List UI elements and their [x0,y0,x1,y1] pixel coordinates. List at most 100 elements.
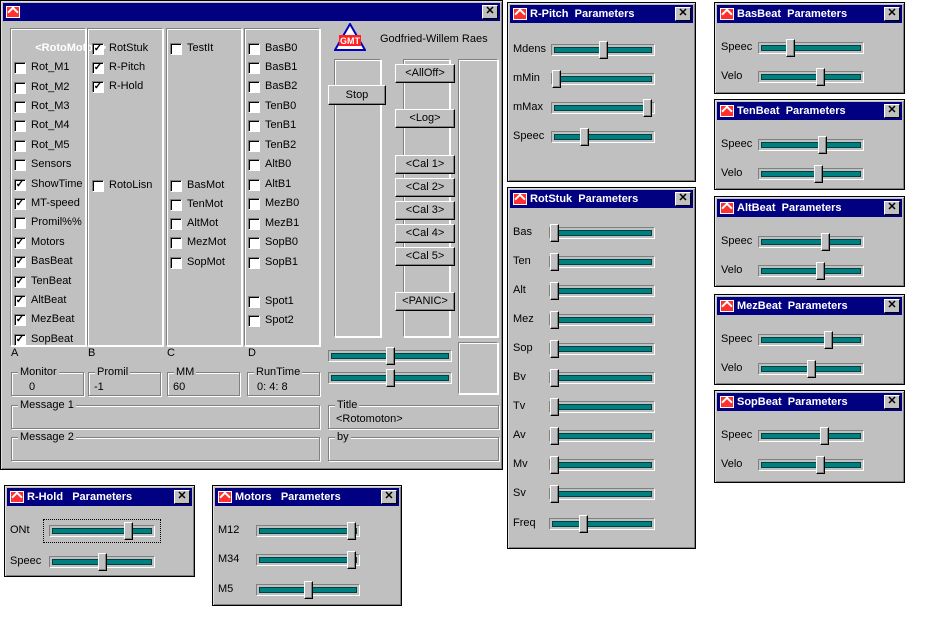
rpitch-param-slider-1-thumb[interactable] [552,70,561,88]
stop-button[interactable]: Stop [328,85,386,105]
cmd-button-7[interactable]: <PANIC> [395,292,455,311]
col-d-item-3-checkbox[interactable] [248,101,260,113]
rhold-close-button[interactable]: ✕ [174,490,190,504]
rotstuk-param-slider-8[interactable] [549,456,655,474]
col-a-item-12-checkbox[interactable]: ✓ [14,295,26,307]
col-a-item-10-checkbox[interactable]: ✓ [14,256,26,268]
basbeat-param-slider-1-thumb[interactable] [816,68,825,86]
col-a-item-2-checkbox[interactable] [14,101,26,113]
basbeat-titlebar[interactable]: BasBeat Parameters ✕ [717,5,902,23]
rotstuk-param-slider-9-thumb[interactable] [550,485,559,503]
main-slider-2-thumb[interactable] [386,369,395,387]
rpitch-param-slider-2[interactable] [551,99,655,117]
col-a-item-5-checkbox[interactable] [14,159,26,171]
col-c-item-1-checkbox[interactable] [170,180,182,192]
rhold-param-slider-1-thumb[interactable] [98,553,107,571]
altbeat-param-slider-1-thumb[interactable] [816,262,825,280]
motors-param-slider-0[interactable] [256,522,360,540]
cmd-button-4[interactable]: <Cal 3> [395,201,455,220]
col-a-item-0-checkbox[interactable] [14,62,26,74]
col-b-item-3-checkbox[interactable] [92,180,104,192]
mezbeat-param-slider-0[interactable] [758,331,864,349]
sopbeat-param-slider-0[interactable] [758,427,864,445]
main-titlebar[interactable]: <RotoMoton> ✕ [3,3,500,54]
mezbeat-close-button[interactable]: ✕ [884,299,900,313]
rotstuk-param-slider-1-thumb[interactable] [550,253,559,271]
cmd-button-6[interactable]: <Cal 5> [395,247,455,266]
col-d-item-7-checkbox[interactable] [248,179,260,191]
rotstuk-titlebar[interactable]: RotStuk Parameters ✕ [510,190,693,208]
rotstuk-param-slider-9[interactable] [549,485,655,503]
col-b-item-2-checkbox[interactable]: ✓ [92,81,104,93]
col-a-item-13-checkbox[interactable]: ✓ [14,314,26,326]
rotstuk-param-slider-0[interactable] [549,224,655,242]
rotstuk-param-slider-1[interactable] [549,253,655,271]
rotstuk-param-slider-7-thumb[interactable] [550,427,559,445]
tenbeat-param-slider-0[interactable] [758,136,864,154]
altbeat-param-slider-1[interactable] [758,262,864,280]
basbeat-param-slider-1[interactable] [758,68,864,86]
motors-titlebar[interactable]: Motors Parameters ✕ [215,488,399,506]
mezbeat-param-slider-1-thumb[interactable] [807,360,816,378]
motors-close-button[interactable]: ✕ [381,490,397,504]
col-b-item-0-checkbox[interactable]: ✓ [92,43,104,55]
cmd-button-5[interactable]: <Cal 4> [395,224,455,243]
mezbeat-param-slider-0-thumb[interactable] [824,331,833,349]
col-d-item-6-checkbox[interactable] [248,159,260,171]
rpitch-param-slider-1[interactable] [551,70,655,88]
rotstuk-close-button[interactable]: ✕ [675,192,691,206]
col-d-item-4-checkbox[interactable] [248,120,260,132]
rpitch-param-slider-0-thumb[interactable] [599,41,608,59]
rotstuk-param-slider-2[interactable] [549,282,655,300]
rotstuk-param-slider-6[interactable] [549,398,655,416]
altbeat-titlebar[interactable]: AltBeat Parameters ✕ [717,199,902,217]
col-d-item-2-checkbox[interactable] [248,81,260,93]
rpitch-param-slider-3-thumb[interactable] [580,128,589,146]
motors-param-slider-0-thumb[interactable] [347,522,356,540]
mezbeat-param-slider-1[interactable] [758,360,864,378]
col-a-item-8-checkbox[interactable] [14,217,26,229]
motors-param-slider-2[interactable] [256,581,360,599]
col-a-item-14-checkbox[interactable]: ✓ [14,334,26,346]
col-d-item-1-checkbox[interactable] [248,62,260,74]
altbeat-param-slider-0[interactable] [758,233,864,251]
col-d-item-5-checkbox[interactable] [248,140,260,152]
tenbeat-param-slider-1[interactable] [758,165,864,183]
sopbeat-close-button[interactable]: ✕ [884,395,900,409]
basbeat-close-button[interactable]: ✕ [884,7,900,21]
rpitch-param-slider-0[interactable] [551,41,655,59]
col-c-item-5-checkbox[interactable] [170,257,182,269]
col-a-item-7-checkbox[interactable]: ✓ [14,198,26,210]
col-a-item-4-checkbox[interactable] [14,140,26,152]
altbeat-close-button[interactable]: ✕ [884,201,900,215]
motors-param-slider-1[interactable] [256,551,360,569]
rotstuk-param-slider-6-thumb[interactable] [550,398,559,416]
cmd-button-3[interactable]: <Cal 2> [395,178,455,197]
col-d-item-0-checkbox[interactable] [248,43,260,55]
basbeat-param-slider-0-thumb[interactable] [786,39,795,57]
col-d-item-12-checkbox[interactable] [248,296,260,308]
cmd-button-0[interactable]: <AllOff> [395,64,455,83]
rpitch-param-slider-2-thumb[interactable] [643,99,652,117]
altbeat-param-slider-0-thumb[interactable] [821,233,830,251]
rotstuk-param-slider-10-thumb[interactable] [579,515,588,533]
col-c-item-4-checkbox[interactable] [170,237,182,249]
col-d-item-10-checkbox[interactable] [248,237,260,249]
cmd-button-1[interactable]: <Log> [395,109,455,128]
col-a-item-3-checkbox[interactable] [14,120,26,132]
col-d-item-8-checkbox[interactable] [248,198,260,210]
col-a-item-9-checkbox[interactable]: ✓ [14,237,26,249]
cmd-button-2[interactable]: <Cal 1> [395,155,455,174]
col-d-item-13-checkbox[interactable] [248,315,260,327]
rotstuk-param-slider-4-thumb[interactable] [550,340,559,358]
rotstuk-param-slider-4[interactable] [549,340,655,358]
sopbeat-param-slider-1-thumb[interactable] [816,456,825,474]
rpitch-titlebar[interactable]: R-Pitch Parameters ✕ [510,5,693,23]
rotstuk-param-slider-3-thumb[interactable] [550,311,559,329]
main-slider-2[interactable] [328,369,452,387]
col-c-item-3-checkbox[interactable] [170,218,182,230]
mezbeat-titlebar[interactable]: MezBeat Parameters ✕ [717,297,902,315]
rhold-titlebar[interactable]: R-Hold Parameters ✕ [7,488,192,506]
col-c-item-2-checkbox[interactable] [170,199,182,211]
col-d-item-9-checkbox[interactable] [248,218,260,230]
